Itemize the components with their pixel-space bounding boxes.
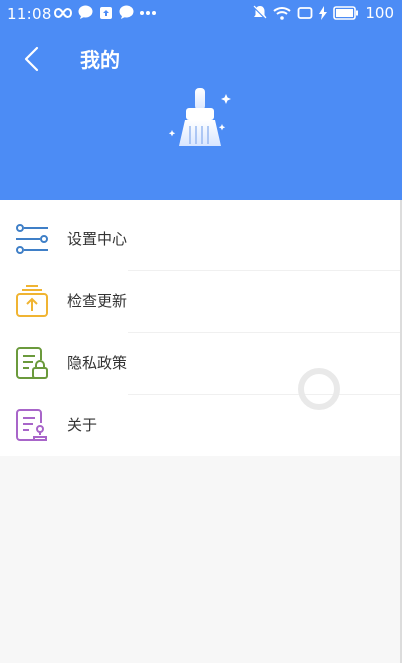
system-icons: 100 — [253, 4, 394, 22]
back-arrow-icon[interactable] — [20, 45, 44, 73]
page-title: 我的 — [80, 48, 120, 72]
charging-icon — [319, 6, 328, 20]
menu-item-about[interactable]: 关于 — [0, 394, 402, 456]
battery-icon — [333, 6, 359, 20]
mute-bell-icon — [253, 5, 268, 20]
battery-level: 100 — [365, 4, 394, 22]
menu-item-label: 关于 — [67, 416, 98, 434]
menu-item-check-update[interactable]: 检查更新 — [0, 270, 402, 332]
menu-item-label: 检查更新 — [67, 292, 128, 310]
message-icon-2 — [119, 5, 134, 19]
message-icon — [78, 5, 93, 19]
wifi-icon — [273, 7, 292, 20]
profile-header: 11:08 100 我的 — [0, 0, 402, 200]
screen-icon — [297, 7, 313, 19]
menu-item-label: 隐私政策 — [67, 354, 128, 372]
more-dots-icon — [140, 10, 156, 15]
about-document-icon — [16, 409, 47, 441]
notification-icons — [54, 5, 156, 20]
upload-box-icon — [16, 285, 48, 317]
menu-item-label: 设置中心 — [67, 230, 128, 248]
loading-spinner — [298, 368, 340, 410]
upload-notification-icon — [100, 6, 112, 19]
settings-sliders-icon — [16, 224, 48, 254]
status-time: 11:08 — [7, 5, 52, 23]
menu-item-privacy-policy[interactable]: 隐私政策 — [0, 332, 402, 394]
menu-list: 设置中心 检查更新 隐私政策 关于 — [0, 200, 402, 456]
privacy-lock-icon — [16, 347, 48, 379]
infinity-icon — [54, 7, 72, 18]
menu-item-settings[interactable]: 设置中心 — [0, 208, 402, 270]
status-bar: 11:08 100 — [0, 0, 402, 28]
broom-clean-icon — [168, 88, 231, 146]
